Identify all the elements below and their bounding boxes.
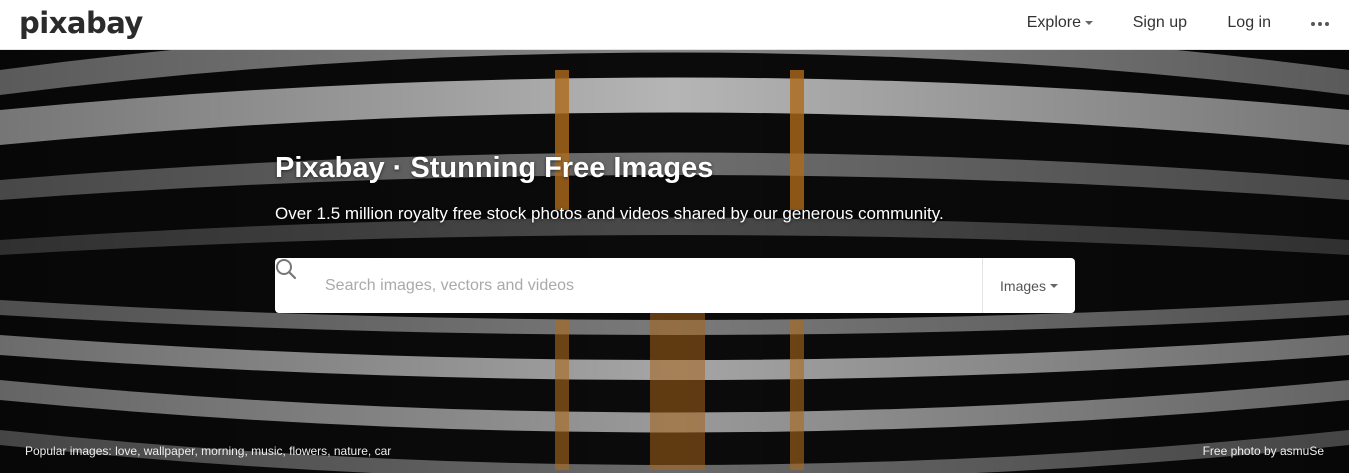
popular-tag[interactable]: wallpaper [144, 444, 195, 458]
explore-menu[interactable]: Explore [1027, 14, 1093, 32]
popular-label: Popular images: [25, 444, 112, 458]
photo-credit: Free photo by asmuSe [1203, 444, 1324, 458]
search-icon[interactable] [275, 258, 297, 280]
chevron-down-icon [1085, 20, 1093, 25]
signup-link[interactable]: Sign up [1133, 14, 1187, 32]
credit-author-link[interactable]: asmuSe [1280, 444, 1324, 458]
popular-tag[interactable]: morning [201, 444, 244, 458]
search-type-label: Images [1000, 277, 1046, 294]
hero-section: Pixabay · Stunning Free Images Over 1.5 … [0, 50, 1349, 473]
popular-tag[interactable]: nature [334, 444, 368, 458]
login-link[interactable]: Log in [1227, 14, 1271, 32]
popular-tag[interactable]: car [375, 444, 392, 458]
pixabay-logo[interactable]: pixabay [19, 6, 143, 40]
hero-subtitle: Over 1.5 million royalty free stock phot… [275, 204, 944, 223]
top-navigation-bar: pixabay Explore Sign up Log in [0, 0, 1349, 50]
credit-text: Free photo by [1202, 444, 1277, 458]
chevron-down-icon [1049, 283, 1058, 288]
popular-tag[interactable]: flowers [289, 444, 327, 458]
popular-tag[interactable]: love [115, 444, 137, 458]
search-bar: Images [275, 258, 1075, 313]
hero-title: Pixabay · Stunning Free Images [275, 152, 714, 184]
popular-tag[interactable]: music [251, 444, 282, 458]
search-input[interactable] [325, 258, 975, 313]
more-dots-icon[interactable] [1311, 22, 1329, 26]
explore-label: Explore [1026, 14, 1081, 31]
popular-images: Popular images: love, wallpaper, morning… [25, 444, 392, 458]
search-type-dropdown[interactable]: Images [982, 258, 1075, 313]
